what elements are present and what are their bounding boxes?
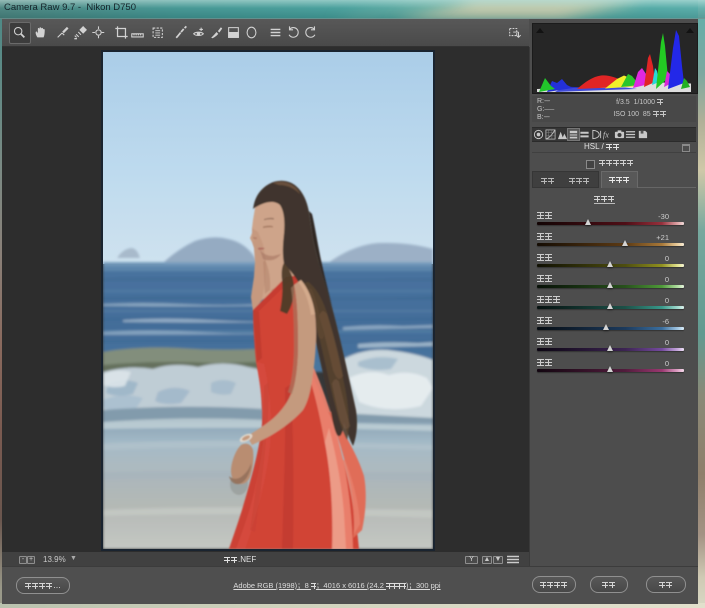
svg-text:fx: fx: [603, 130, 609, 139]
